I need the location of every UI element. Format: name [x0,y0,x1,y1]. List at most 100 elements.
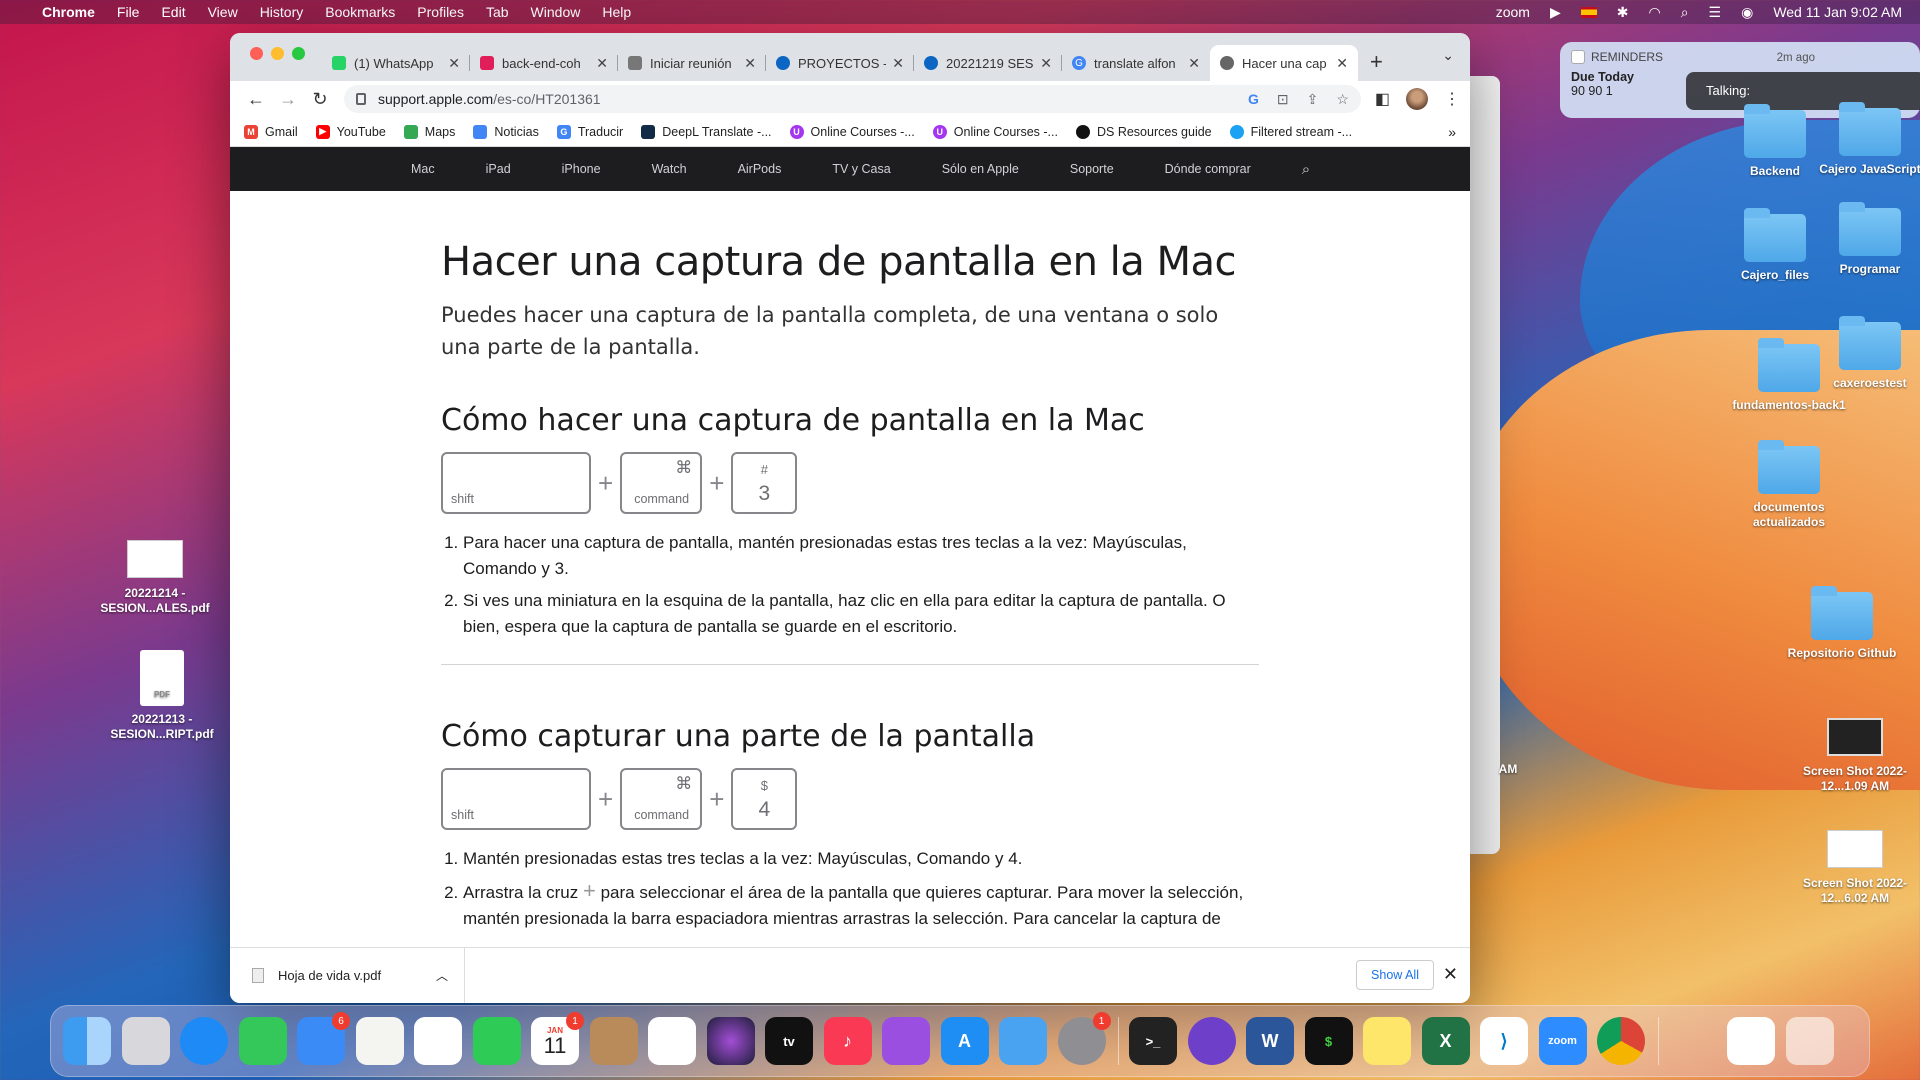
nav-where-buy[interactable]: Dónde comprar [1165,162,1251,176]
nav-only-apple[interactable]: Sólo en Apple [942,162,1019,176]
nav-support[interactable]: Soporte [1070,162,1114,176]
zoom-window-button[interactable] [292,47,305,60]
reminders-icon[interactable] [648,1017,696,1065]
bookmark-youtube[interactable]: ▶ YouTube [315,124,386,139]
menu-view[interactable]: View [208,4,238,20]
zoom-status-item[interactable]: zoom [1496,4,1530,20]
download-item[interactable]: Hoja de vida v.pdf ︿ [230,948,465,1003]
launchpad-icon[interactable] [121,1017,170,1065]
desktop-folder[interactable]: caxeroestest [1810,316,1920,391]
preview-icon[interactable] [999,1017,1047,1065]
flag-icon[interactable] [1580,6,1597,18]
close-tab-icon[interactable]: ✕ [744,55,756,72]
close-tab-icon[interactable]: ✕ [1040,55,1052,72]
bookmark-gmail[interactable]: M Gmail [244,124,298,139]
siri-icon[interactable]: ◉ [1741,4,1753,21]
bookmark-deepl[interactable]: DeepL Translate -... [641,124,772,139]
bookmark-news[interactable]: Noticias [473,124,539,139]
desktop-folder[interactable]: Programar [1810,202,1920,277]
close-tab-icon[interactable]: ✕ [596,55,608,72]
bookmark-udemy-2[interactable]: U Online Courses -... [932,124,1058,139]
menu-clock[interactable]: Wed 11 Jan 9:02 AM [1773,4,1902,20]
zoom-app-icon[interactable]: zoom [1538,1017,1587,1065]
photos-icon[interactable] [414,1017,462,1065]
podcasts-icon[interactable] [882,1017,930,1065]
close-tab-icon[interactable]: ✕ [448,55,460,72]
show-all-button[interactable]: Show All [1356,960,1434,990]
tab-slack[interactable]: back-end-coh ✕ [470,45,618,81]
downloads-stack-icon[interactable] [1669,1017,1717,1065]
desktop-folder[interactable]: Cajero JavaScript [1810,102,1920,177]
menu-window[interactable]: Window [531,4,581,20]
safari-icon[interactable] [180,1017,228,1065]
search-icon[interactable]: ⌕ [1302,161,1310,178]
tab-whatsapp[interactable]: (1) WhatsApp ✕ [322,45,470,81]
maps-icon[interactable] [355,1017,404,1065]
menu-file[interactable]: File [117,4,140,20]
nav-airpods[interactable]: AirPods [738,162,782,176]
menu-profiles[interactable]: Profiles [417,4,464,20]
more-menu-icon[interactable]: ⋮ [1444,89,1460,109]
close-tab-icon[interactable]: ✕ [892,55,904,72]
wifi-icon[interactable]: ◠ [1648,4,1660,21]
back-icon[interactable]: ← [240,89,272,110]
share-icon[interactable]: ⇪ [1307,91,1319,108]
chevron-down-icon[interactable]: ⌄ [1442,47,1454,64]
tab-apple-support[interactable]: Hacer una cap ✕ [1210,45,1358,81]
documents-stack-icon[interactable] [1727,1017,1775,1065]
new-tab-button[interactable]: + [1370,49,1383,75]
bookmark-twitter[interactable]: Filtered stream -... [1229,124,1352,139]
github-desktop-icon[interactable] [1187,1017,1236,1065]
menu-bookmarks[interactable]: Bookmarks [325,4,395,20]
nav-watch[interactable]: Watch [652,162,687,176]
tab-session[interactable]: 20221219 SES ✕ [914,45,1062,81]
bluetooth-icon[interactable]: ✱ [1617,4,1629,21]
desktop-file[interactable]: 20221214 - SESION...ALES.pdf [95,540,215,616]
bookmark-translate[interactable]: G Traducir [556,124,623,139]
terminal-icon[interactable]: >_ [1129,1017,1177,1065]
menu-edit[interactable]: Edit [161,4,185,20]
reload-icon[interactable]: ↻ [304,89,336,110]
translate-icon[interactable]: ⊡ [1277,91,1289,108]
nav-mac[interactable]: Mac [411,162,435,176]
background-window[interactable] [1470,76,1500,854]
vscode-icon[interactable]: ⟩ [1480,1017,1528,1065]
finder-icon[interactable] [63,1017,111,1065]
nav-iphone[interactable]: iPhone [562,162,601,176]
control-center-icon[interactable]: ☰ [1709,4,1722,21]
calendar-icon[interactable]: JAN 11 1 [531,1012,584,1065]
desktop-file[interactable]: PDF 20221213 - SESION...RIPT.pdf [102,650,222,742]
facetime-icon[interactable] [472,1017,521,1065]
more-bookmarks-icon[interactable]: » [1448,124,1456,140]
desktop-folder[interactable]: documentos actualizados [1729,440,1849,530]
search-icon[interactable]: ⌕ [1681,4,1689,21]
lock-icon[interactable] [356,93,366,105]
chrome-icon[interactable] [1597,1017,1645,1065]
excel-icon[interactable]: X [1421,1017,1470,1065]
close-tab-icon[interactable]: ✕ [1336,55,1348,72]
play-icon[interactable]: ▶ [1550,4,1561,21]
desktop-folder[interactable]: Repositorio Github [1782,586,1902,661]
desktop-file[interactable]: Screen Shot 2022-12...6.02 AM [1795,830,1915,906]
nav-ipad[interactable]: iPad [486,162,511,176]
close-icon[interactable]: ✕ [1443,964,1458,985]
google-lens-icon[interactable]: G [1248,91,1259,108]
app-store-icon[interactable]: A [940,1017,989,1065]
tab-meeting[interactable]: Iniciar reunión ✕ [618,45,766,81]
chevron-up-icon[interactable]: ︿ [436,967,448,984]
menu-app-name[interactable]: Chrome [42,4,95,20]
settings-icon[interactable]: 1 [1057,1012,1111,1065]
contacts-icon[interactable] [589,1017,638,1065]
address-bar[interactable]: support.apple.com /es-co/HT201361 G ⊡ ⇪ … [344,85,1361,113]
close-window-button[interactable] [250,47,263,60]
nav-tv-home[interactable]: TV y Casa [832,162,890,176]
tab-proyectos[interactable]: PROYECTOS - ✕ [766,45,914,81]
menu-history[interactable]: History [260,4,304,20]
menu-help[interactable]: Help [602,4,631,20]
desktop-file[interactable]: Screen Shot 2022-12...1.09 AM [1795,718,1915,794]
apple-tv-icon[interactable]: tv [765,1017,813,1065]
profile-avatar[interactable] [1406,88,1428,110]
notes-icon[interactable] [1363,1017,1411,1065]
close-tab-icon[interactable]: ✕ [1188,55,1200,72]
minimize-window-button[interactable] [271,47,284,60]
